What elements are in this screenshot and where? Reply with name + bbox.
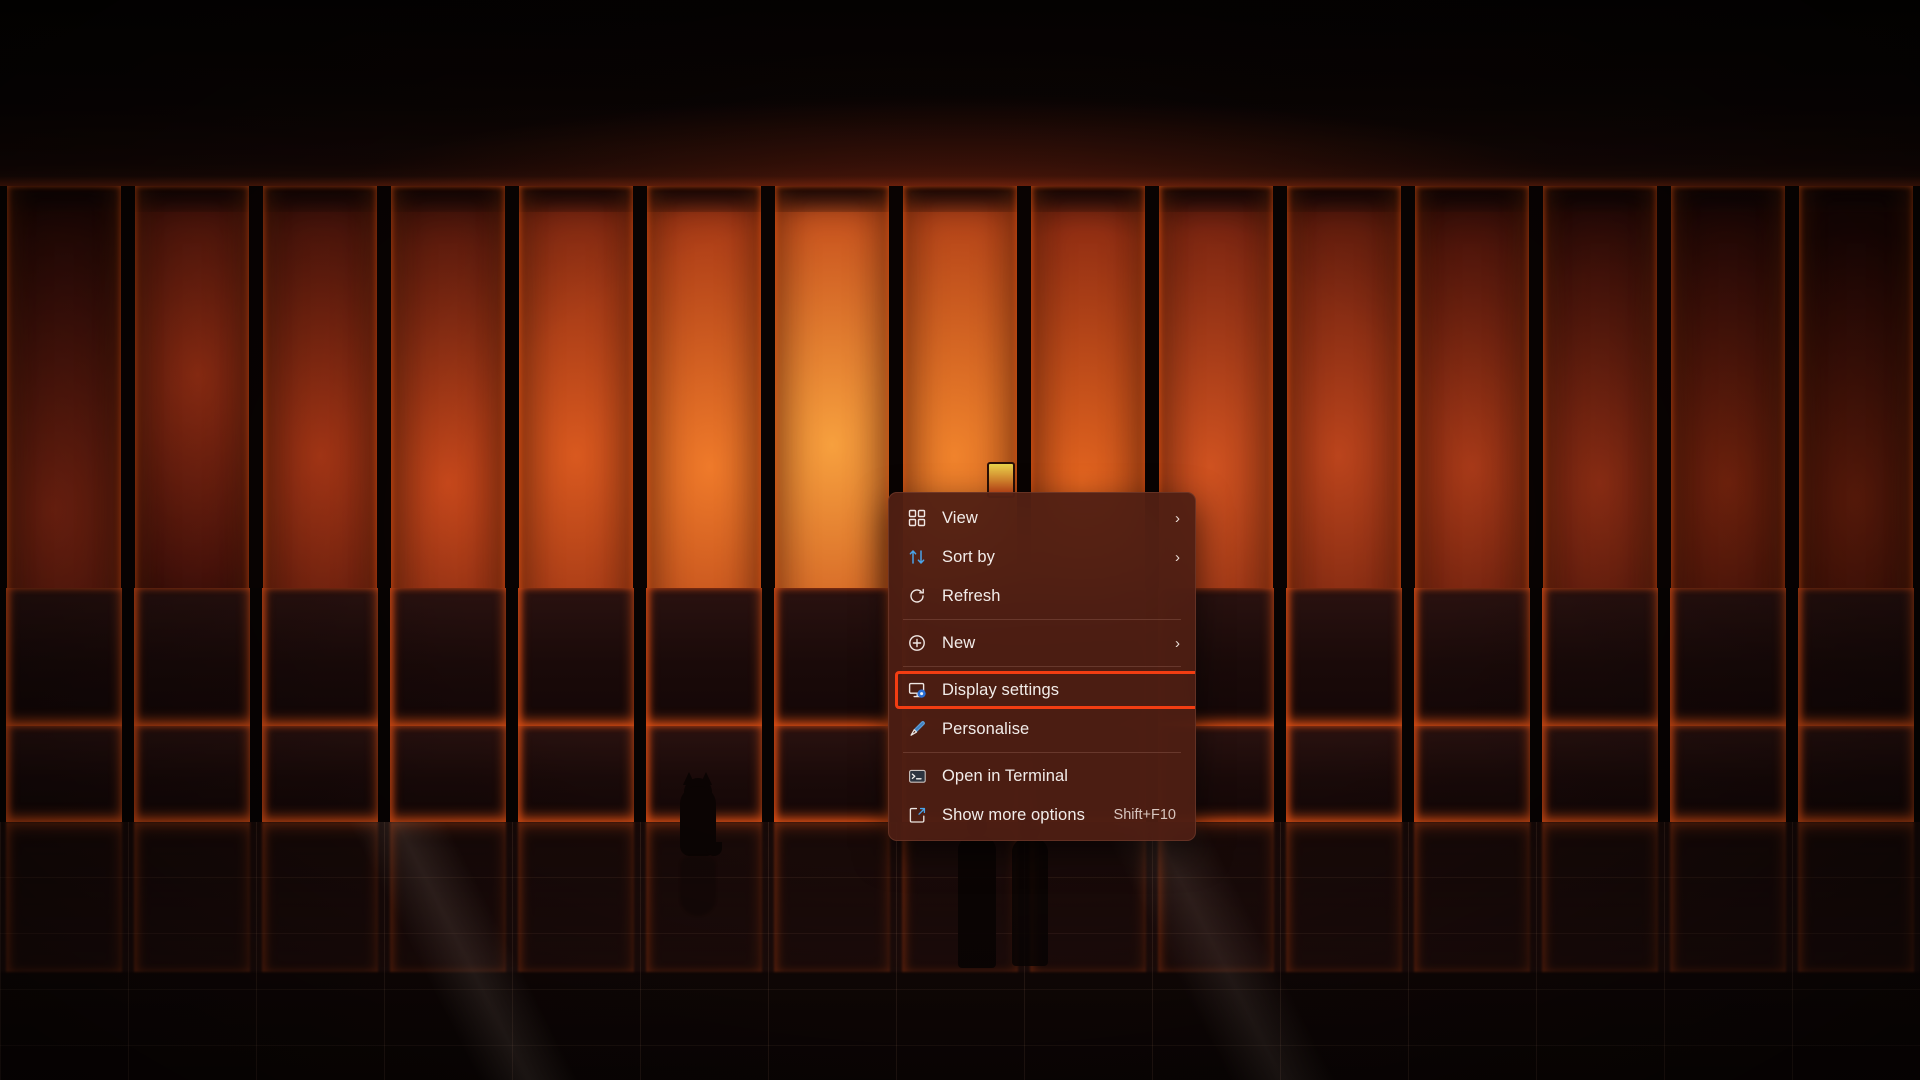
window-pane-lower <box>384 588 512 726</box>
window-pane-lower <box>0 726 128 822</box>
ceiling-band <box>0 0 1920 186</box>
sort-icon <box>906 546 928 568</box>
menu-item-label: Refresh <box>942 586 1001 605</box>
window-pane-lower <box>768 588 896 726</box>
window-pane-lower <box>384 726 512 822</box>
menu-item-label: Show more options <box>942 805 1085 824</box>
window-pane-lower <box>640 588 768 726</box>
plus-circle-icon <box>906 632 928 654</box>
menu-item-new[interactable]: New › <box>894 624 1190 662</box>
window-pane-lower <box>128 726 256 822</box>
menu-item-label: View <box>942 508 978 527</box>
cat-silhouette <box>676 764 722 856</box>
menu-item-open-in-terminal[interactable]: Open in Terminal <box>894 757 1190 795</box>
window-pane-lower <box>1280 726 1408 822</box>
menu-separator <box>903 752 1181 753</box>
person-silhouette <box>1012 818 1048 966</box>
window-pane-lower <box>1536 726 1664 822</box>
window-pane-lower <box>1408 726 1536 822</box>
desktop-context-menu[interactable]: View › Sort by › Refresh New › Display s… <box>888 492 1196 841</box>
cat-reflection <box>676 856 720 926</box>
menu-item-label: New <box>942 633 976 652</box>
window-pane-lower <box>1792 726 1920 822</box>
expand-icon <box>906 804 928 826</box>
terminal-icon <box>906 765 928 787</box>
grid-icon <box>906 507 928 529</box>
window-pane-lower <box>512 588 640 726</box>
window-pane-lower <box>1408 588 1536 726</box>
menu-item-show-more-options[interactable]: Show more options Shift+F10 <box>894 796 1190 834</box>
window-pane-lower <box>1664 726 1792 822</box>
window-pane-lower <box>1664 588 1792 726</box>
menu-item-label: Open in Terminal <box>942 766 1069 785</box>
window-pane-lower <box>768 726 896 822</box>
menu-item-refresh[interactable]: Refresh <box>894 577 1190 615</box>
refresh-icon <box>906 585 928 607</box>
window-pane-lower <box>0 588 128 726</box>
chevron-right-icon: › <box>1175 634 1180 652</box>
chevron-right-icon: › <box>1175 548 1180 566</box>
monitor-icon <box>906 679 928 701</box>
window-pane-lower <box>1792 588 1920 726</box>
menu-separator <box>903 666 1181 667</box>
window-pane-lower <box>512 726 640 822</box>
menu-item-view[interactable]: View › <box>894 499 1190 537</box>
menu-item-display-settings[interactable]: Display settings <box>894 671 1190 709</box>
window-pane-lower <box>256 588 384 726</box>
menu-item-personalise[interactable]: Personalise <box>894 710 1190 748</box>
person-silhouette <box>958 814 996 968</box>
menu-separator <box>903 619 1181 620</box>
menu-item-shortcut: Shift+F10 <box>1113 807 1176 823</box>
window-pane-lower <box>1536 588 1664 726</box>
brush-icon <box>906 718 928 740</box>
menu-item-label: Sort by <box>942 547 995 566</box>
window-pane-lower <box>256 726 384 822</box>
window-pane-lower <box>128 588 256 726</box>
menu-item-label: Personalise <box>942 719 1030 738</box>
window-pane-lower <box>1280 588 1408 726</box>
chevron-right-icon: › <box>1175 509 1180 527</box>
menu-item-sort-by[interactable]: Sort by › <box>894 538 1190 576</box>
menu-item-label: Display settings <box>942 680 1060 699</box>
